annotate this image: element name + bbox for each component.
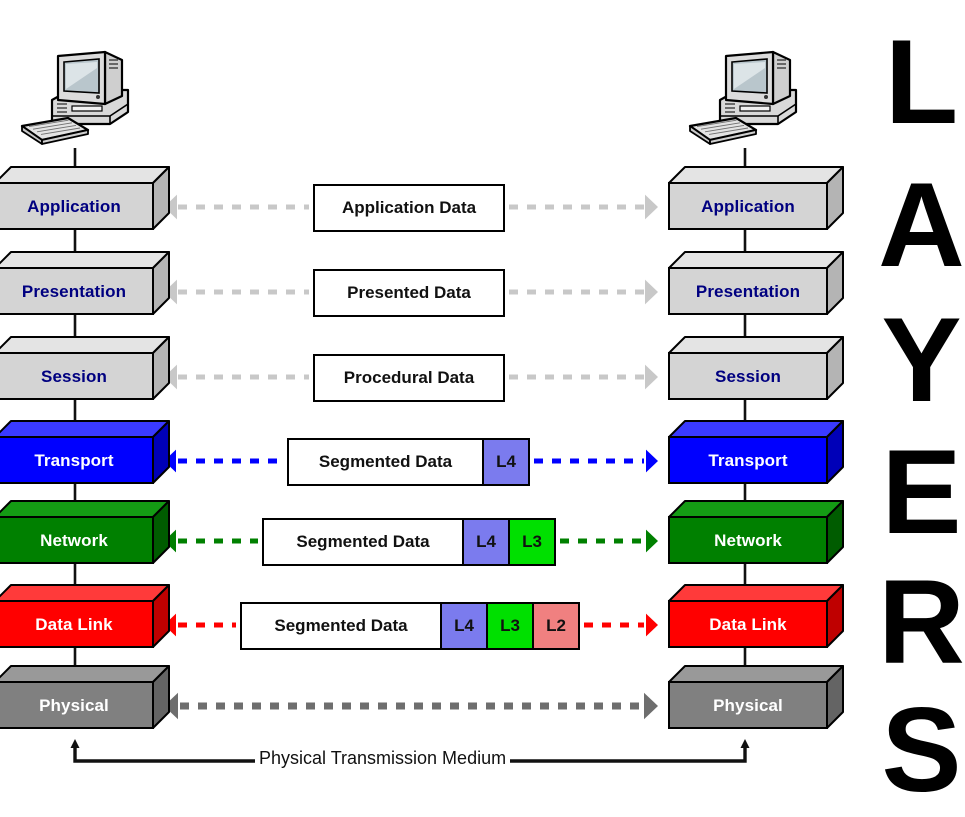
pdu-header-l2: L2 <box>532 604 578 648</box>
layer-box-data-link-right[interactable]: Data Link <box>668 584 844 648</box>
pdu-header-l4: L4 <box>462 520 508 564</box>
layer-box-transport-right[interactable]: Transport <box>668 420 844 484</box>
layer-box-presentation-left[interactable]: Presentation <box>0 251 170 315</box>
layer-box-application-left[interactable]: Application <box>0 166 170 230</box>
pdu-header-l3: L3 <box>508 520 554 564</box>
layer-label: Network <box>40 530 108 550</box>
layer-label: Session <box>41 366 107 386</box>
layer-box-session-right[interactable]: Session <box>668 336 844 400</box>
pdu-payload: Segmented Data <box>289 440 482 484</box>
pdu-payload: Application Data <box>315 186 503 230</box>
arrowhead <box>645 194 658 220</box>
layer-box-presentation-right[interactable]: Presentation <box>668 251 844 315</box>
arrowhead <box>645 279 658 305</box>
pdu-payload-label: Segmented Data <box>318 452 453 471</box>
layers-title-vertical: LAYERS <box>878 0 965 813</box>
arrowhead <box>646 613 658 637</box>
layer-label: Data Link <box>35 614 113 634</box>
pdu-box-0[interactable]: Application Data <box>313 184 505 232</box>
peer-arrow-row-6 <box>164 692 658 720</box>
pdu-box-1[interactable]: Presented Data <box>313 269 505 317</box>
pdu-box-5[interactable]: Segmented Data L4 L3 L2 <box>240 602 580 650</box>
pdu-header-label: L3 <box>500 616 520 635</box>
layer-label: Physical <box>713 695 783 715</box>
pdu-header-l4: L4 <box>440 604 486 648</box>
layers-title-letter-e: E <box>881 425 962 559</box>
layer-box-application-right[interactable]: Application <box>668 166 844 230</box>
layers-title-letter-a: A <box>878 158 965 292</box>
pdu-header-label: L2 <box>546 616 566 635</box>
osi-layers-diagram: Application Presentation Session Transport N… <box>0 0 965 813</box>
pdu-header-l3: L3 <box>486 604 532 648</box>
pdu-payload-label: Segmented Data <box>296 532 430 551</box>
layer-box-session-left[interactable]: Session <box>0 336 170 400</box>
pdu-header-label: L4 <box>454 616 474 635</box>
pdu-payload-label: Presented Data <box>347 283 471 302</box>
transmission-medium-label: Physical Transmission Medium <box>255 748 511 769</box>
layer-box-network-right[interactable]: Network <box>668 500 844 564</box>
host-computer-right <box>678 38 808 148</box>
pdu-payload: Segmented Data <box>242 604 440 648</box>
layer-box-network-left[interactable]: Network <box>0 500 170 564</box>
pdu-payload: Procedural Data <box>315 356 503 400</box>
layers-title-letter-l: L <box>884 15 959 149</box>
pdu-box-4[interactable]: Segmented Data L4 L3 <box>262 518 556 566</box>
pdu-box-3[interactable]: Segmented Data L4 <box>287 438 530 486</box>
desktop-computer-icon <box>688 50 798 145</box>
desktop-computer-icon <box>20 50 130 145</box>
layer-label: Data Link <box>709 614 787 634</box>
pdu-payload-label: Segmented Data <box>274 616 408 635</box>
pdu-payload: Presented Data <box>315 271 503 315</box>
layer-box-data-link-left[interactable]: Data Link <box>0 584 170 648</box>
layers-title-letter-s: S <box>881 683 962 817</box>
layers-title-letter-y: Y <box>881 293 962 427</box>
layer-label: Application <box>27 196 121 216</box>
pdu-payload: Segmented Data <box>264 520 462 564</box>
layer-box-physical-left[interactable]: Physical <box>0 665 170 729</box>
pdu-header-l4: L4 <box>482 440 528 484</box>
pdu-payload-label: Application Data <box>341 198 477 217</box>
layer-label: Transport <box>34 450 114 470</box>
layers-title-letter-r: R <box>878 555 965 689</box>
layer-box-physical-right[interactable]: Physical <box>668 665 844 729</box>
layer-label: Presentation <box>21 281 127 301</box>
arrowhead <box>646 529 658 553</box>
pdu-box-2[interactable]: Procedural Data <box>313 354 505 402</box>
pdu-header-label: L3 <box>522 532 542 551</box>
arrowhead <box>646 449 658 473</box>
layer-label: Physical <box>39 695 109 715</box>
layer-label: Network <box>714 530 782 550</box>
pdu-header-label: L4 <box>496 452 516 471</box>
layer-box-transport-left[interactable]: Transport <box>0 420 170 484</box>
layer-label: Transport <box>708 450 788 470</box>
host-computer-left <box>10 38 140 148</box>
pdu-header-label: L4 <box>476 532 496 551</box>
arrowhead <box>645 364 658 390</box>
layer-label: Session <box>715 366 781 386</box>
layer-label: Presentation <box>695 281 801 301</box>
pdu-payload-label: Procedural Data <box>343 368 475 387</box>
layer-label: Application <box>701 196 795 216</box>
arrowhead <box>644 692 658 720</box>
